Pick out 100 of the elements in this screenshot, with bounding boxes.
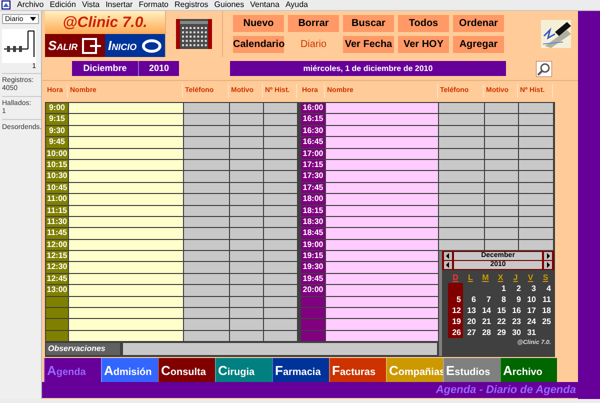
calendar-day[interactable]: 16	[508, 305, 523, 316]
table-cell[interactable]	[519, 216, 554, 228]
table-cell[interactable]	[439, 114, 485, 126]
name-cell[interactable]	[69, 308, 184, 320]
table-cell[interactable]	[184, 137, 230, 149]
table-cell[interactable]	[264, 160, 298, 172]
table-cell[interactable]	[184, 103, 230, 114]
table-cell[interactable]	[184, 296, 230, 308]
table-cell[interactable]	[519, 114, 554, 126]
table-cell[interactable]	[519, 240, 554, 252]
table-cell[interactable]	[519, 148, 554, 160]
module-tab[interactable]: Cirugia	[215, 358, 272, 382]
calendar-day[interactable]: 25	[538, 316, 553, 328]
menu-item[interactable]: Registros	[174, 0, 208, 10]
table-cell[interactable]	[264, 240, 298, 252]
table-cell[interactable]	[485, 206, 519, 217]
name-cell[interactable]	[69, 296, 184, 308]
name-cell[interactable]	[69, 240, 184, 252]
table-cell[interactable]	[264, 330, 298, 342]
table-cell[interactable]	[230, 296, 264, 308]
menu-item[interactable]: Vista	[82, 0, 100, 10]
book-icon[interactable]	[2, 29, 36, 63]
table-cell[interactable]	[230, 171, 264, 183]
exit-button[interactable]: SALIR	[45, 34, 105, 57]
calendar-day[interactable]: 2	[508, 283, 523, 294]
name-cell[interactable]	[326, 182, 439, 194]
table-cell[interactable]	[439, 148, 485, 160]
name-cell[interactable]	[69, 330, 184, 342]
name-cell[interactable]	[326, 251, 439, 262]
calendar-day[interactable]: 3	[523, 283, 538, 294]
table-cell[interactable]	[485, 103, 519, 114]
table-cell[interactable]	[519, 182, 554, 194]
table-cell[interactable]	[230, 194, 264, 206]
calendar-day[interactable]: 12	[448, 305, 463, 316]
name-cell[interactable]	[69, 148, 184, 160]
table-cell[interactable]	[184, 182, 230, 194]
name-cell[interactable]	[326, 285, 439, 297]
name-cell[interactable]	[326, 103, 439, 114]
table-cell[interactable]	[264, 148, 298, 160]
name-cell[interactable]	[69, 160, 184, 172]
name-cell[interactable]	[326, 216, 439, 228]
calendar-day[interactable]: 26	[448, 327, 463, 338]
action-button[interactable]: Buscar	[343, 15, 394, 32]
table-cell[interactable]	[439, 206, 485, 217]
table-cell[interactable]	[230, 114, 264, 126]
table-cell[interactable]	[230, 262, 264, 274]
name-cell[interactable]	[69, 251, 184, 262]
table-cell[interactable]	[264, 285, 298, 297]
module-tab[interactable]: Facturas	[329, 358, 386, 382]
pen-icon[interactable]	[540, 20, 570, 48]
action-button[interactable]: Ver HOY	[398, 36, 449, 53]
table-cell[interactable]	[230, 274, 264, 286]
table-cell[interactable]	[184, 160, 230, 172]
name-cell[interactable]	[69, 274, 184, 286]
table-cell[interactable]	[264, 182, 298, 194]
calendar-day[interactable]: 1	[493, 283, 508, 294]
name-cell[interactable]	[326, 319, 439, 331]
menu-item[interactable]: Edición	[50, 0, 76, 10]
action-button[interactable]: Agregar	[453, 36, 504, 53]
table-cell[interactable]	[439, 240, 485, 252]
table-cell[interactable]	[264, 103, 298, 114]
table-cell[interactable]	[485, 114, 519, 126]
calendar-day[interactable]: 10	[523, 294, 538, 306]
name-cell[interactable]	[326, 137, 439, 149]
calendar-day[interactable]: 19	[448, 316, 463, 328]
table-cell[interactable]	[230, 330, 264, 342]
table-cell[interactable]	[230, 319, 264, 331]
action-button[interactable]: Ver Fecha	[343, 36, 394, 53]
name-cell[interactable]	[326, 228, 439, 240]
calendar-day[interactable]: 20	[463, 316, 478, 328]
calendar-day[interactable]: 27	[463, 327, 478, 338]
left-arrow-icon[interactable]	[444, 261, 452, 270]
name-cell[interactable]	[69, 194, 184, 206]
table-cell[interactable]	[485, 240, 519, 252]
table-cell[interactable]	[264, 137, 298, 149]
table-cell[interactable]	[485, 194, 519, 206]
table-cell[interactable]	[184, 114, 230, 126]
table-cell[interactable]	[485, 160, 519, 172]
table-cell[interactable]	[184, 262, 230, 274]
table-cell[interactable]	[439, 171, 485, 183]
table-cell[interactable]	[439, 228, 485, 240]
table-cell[interactable]	[184, 308, 230, 320]
table-cell[interactable]	[264, 194, 298, 206]
table-cell[interactable]	[264, 262, 298, 274]
name-cell[interactable]	[326, 262, 439, 274]
table-cell[interactable]	[264, 216, 298, 228]
calendar-day[interactable]: 22	[493, 316, 508, 328]
table-cell[interactable]	[230, 182, 264, 194]
calendar-day[interactable]: 23	[508, 316, 523, 328]
table-cell[interactable]	[264, 171, 298, 183]
table-cell[interactable]	[439, 160, 485, 172]
action-button[interactable]: Calendario	[233, 36, 284, 53]
right-arrow-icon[interactable]	[544, 252, 552, 260]
table-cell[interactable]	[230, 206, 264, 217]
name-cell[interactable]	[326, 240, 439, 252]
name-cell[interactable]	[69, 182, 184, 194]
table-cell[interactable]	[264, 228, 298, 240]
table-cell[interactable]	[264, 206, 298, 217]
name-cell[interactable]	[69, 114, 184, 126]
table-cell[interactable]	[485, 171, 519, 183]
